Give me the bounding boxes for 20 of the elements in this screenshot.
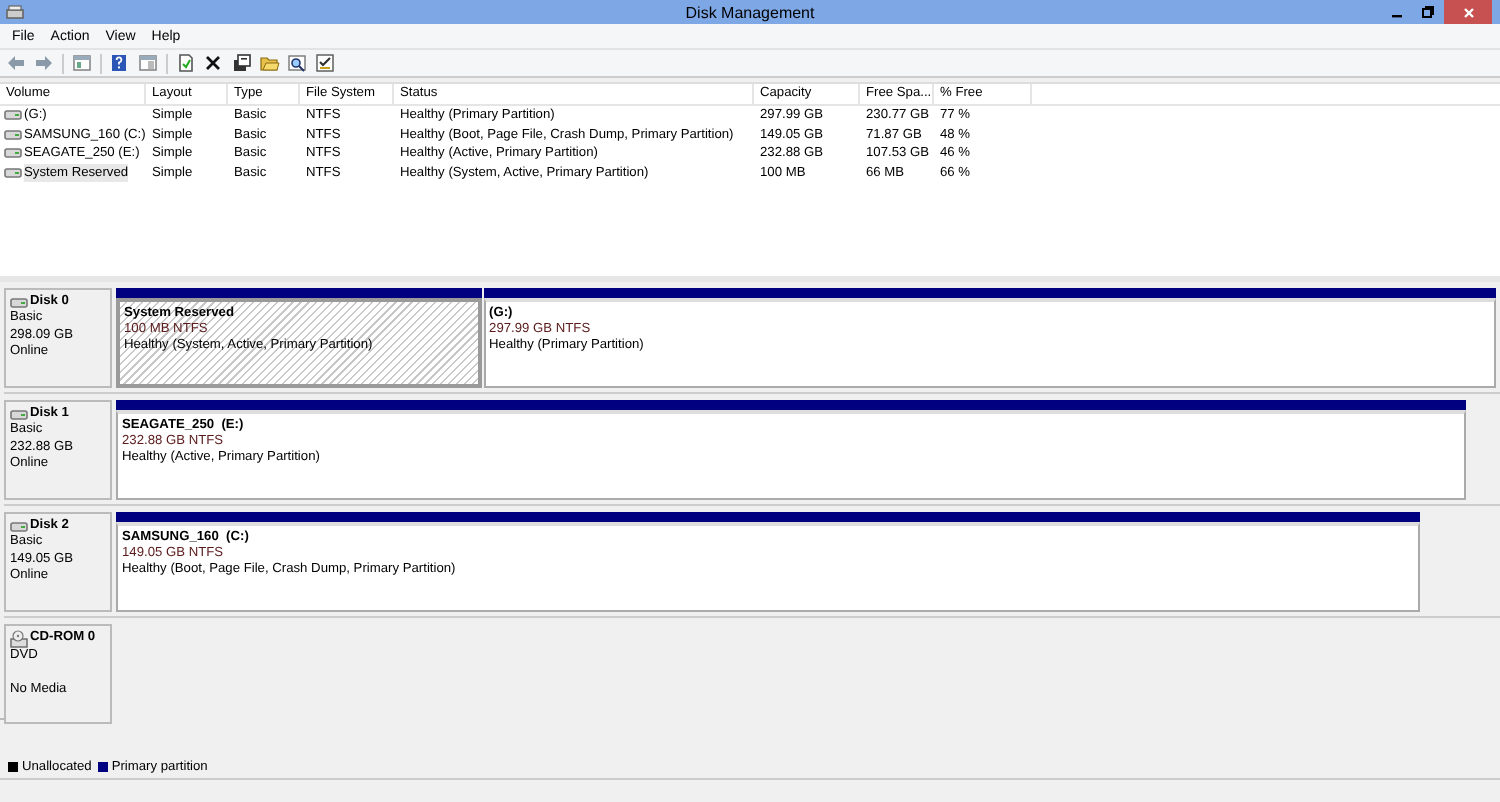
forward-arrow-icon[interactable] <box>34 54 54 72</box>
drive-icon <box>10 521 28 532</box>
back-arrow-icon[interactable] <box>6 54 26 72</box>
close-icon <box>1463 7 1473 17</box>
app-icon <box>6 4 24 20</box>
checklist-icon[interactable] <box>316 54 336 72</box>
window-title: Disk Management <box>685 3 815 21</box>
properties-icon[interactable] <box>232 54 252 72</box>
console-icon[interactable] <box>72 54 92 72</box>
cd-drive-icon <box>10 630 28 648</box>
drive-icon <box>10 409 28 420</box>
search-icon[interactable] <box>288 54 308 72</box>
drive-icon <box>10 297 28 308</box>
restore-icon <box>1422 6 1434 18</box>
close-button[interactable] <box>1444 0 1492 24</box>
help-icon[interactable] <box>110 54 130 72</box>
delete-icon[interactable] <box>204 54 224 72</box>
document-icon[interactable] <box>176 54 196 72</box>
folder-icon[interactable] <box>260 54 280 72</box>
panel-icon[interactable] <box>138 54 158 72</box>
